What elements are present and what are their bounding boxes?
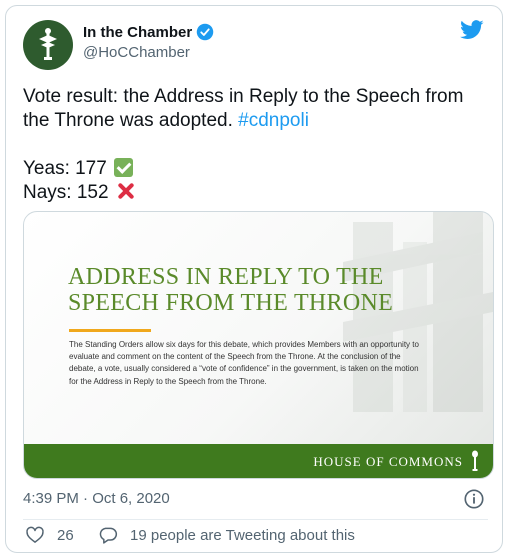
handle[interactable]: @HoCChamber xyxy=(83,44,214,61)
card-title-line2: SPEECH FROM THE THRONE xyxy=(68,290,394,316)
card-footer: HOUSE OF COMMONS xyxy=(24,444,493,478)
card-title-line1: ADDRESS IN REPLY TO THE xyxy=(68,264,384,290)
card-accent-rule xyxy=(69,329,151,332)
tweet-header: In the Chamber @HoCChamber xyxy=(23,20,488,70)
tweeting-about-link[interactable]: 19 people are Tweeting about this xyxy=(98,525,355,545)
tweet-text-line2: the Throne was adopted. xyxy=(23,110,239,131)
heart-icon xyxy=(26,526,44,543)
nays-text: Nays: 152 xyxy=(23,182,109,203)
like-button[interactable]: 26 xyxy=(25,525,74,545)
check-mark-emoji xyxy=(114,158,134,177)
mace-icon xyxy=(472,450,478,471)
avatar[interactable] xyxy=(23,20,73,70)
like-count: 26 xyxy=(57,526,74,544)
tweeting-count-text: 19 people are Tweeting about this xyxy=(130,526,355,544)
author-names: In the Chamber @HoCChamber xyxy=(83,23,214,61)
reply-bubble-icon xyxy=(99,527,118,544)
tweet-card: In the Chamber @HoCChamber Vote result: … xyxy=(5,5,503,553)
card-title: ADDRESS IN REPLY TO THE SPEECH FROM THE … xyxy=(68,264,448,316)
card-body-text: The Standing Orders allow six days for t… xyxy=(69,340,419,386)
tweet-meta: 4:39 PM · Oct 6, 2020 xyxy=(23,488,488,510)
hashtag-link[interactable]: #cdnpoli xyxy=(238,110,309,131)
tweet-text: Vote result: the Address in Reply to the… xyxy=(23,85,493,205)
display-name-row[interactable]: In the Chamber xyxy=(83,23,214,41)
display-name[interactable]: In the Chamber xyxy=(83,24,192,41)
yeas-line: Yeas: 177 xyxy=(23,157,493,181)
tweet-text-line2-wrap: the Throne was adopted. #cdnpoli xyxy=(23,109,493,133)
yeas-text: Yeas: 177 xyxy=(23,158,107,179)
card-footer-text: HOUSE OF COMMONS xyxy=(313,454,463,469)
tweet-text-line1: Vote result: the Address in Reply to the… xyxy=(23,86,464,107)
twitter-bird-icon[interactable] xyxy=(460,20,484,40)
nays-line: Nays: 152 xyxy=(23,181,493,205)
cross-mark-emoji xyxy=(116,181,136,201)
info-icon[interactable] xyxy=(463,488,485,510)
hoc-logo-icon xyxy=(39,28,57,60)
divider xyxy=(23,519,488,520)
chamber-background-graphic xyxy=(343,212,493,412)
media-card[interactable]: ADDRESS IN REPLY TO THE SPEECH FROM THE … xyxy=(23,211,494,479)
timestamp[interactable]: 4:39 PM · Oct 6, 2020 xyxy=(23,490,170,507)
verified-icon xyxy=(196,23,214,41)
